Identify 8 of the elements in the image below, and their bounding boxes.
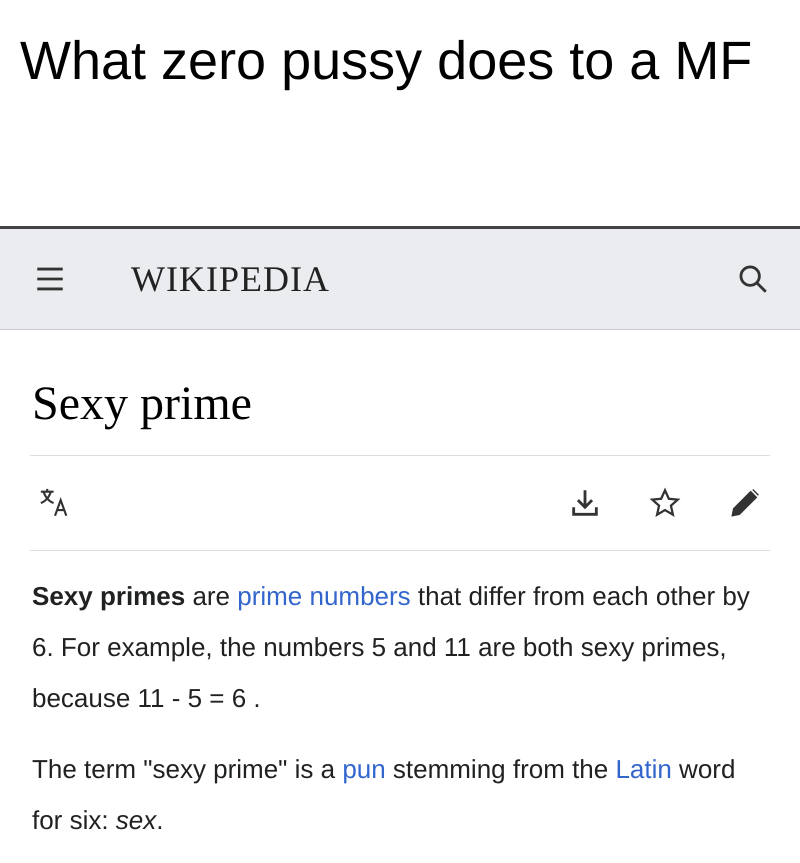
star-icon[interactable] — [648, 486, 682, 520]
text-link[interactable]: prime numbers — [237, 581, 411, 611]
wikipedia-wordmark[interactable]: WIKIPEDIA — [131, 258, 736, 300]
article-paragraph: The term "sexy prime" is a pun stemming from the Latin word for six: sex. — [32, 753, 736, 837]
text-link[interactable]: Latin — [615, 754, 672, 784]
article-paragraph: Sexy primes are prime numbers that differ from each other by 6. For example, the numbers 5 and 11 are both sexy primes, because 11 - 5 = 6 . — [32, 580, 751, 715]
article-title: Sexy prime — [30, 330, 770, 456]
text-link[interactable]: pun — [342, 754, 386, 784]
